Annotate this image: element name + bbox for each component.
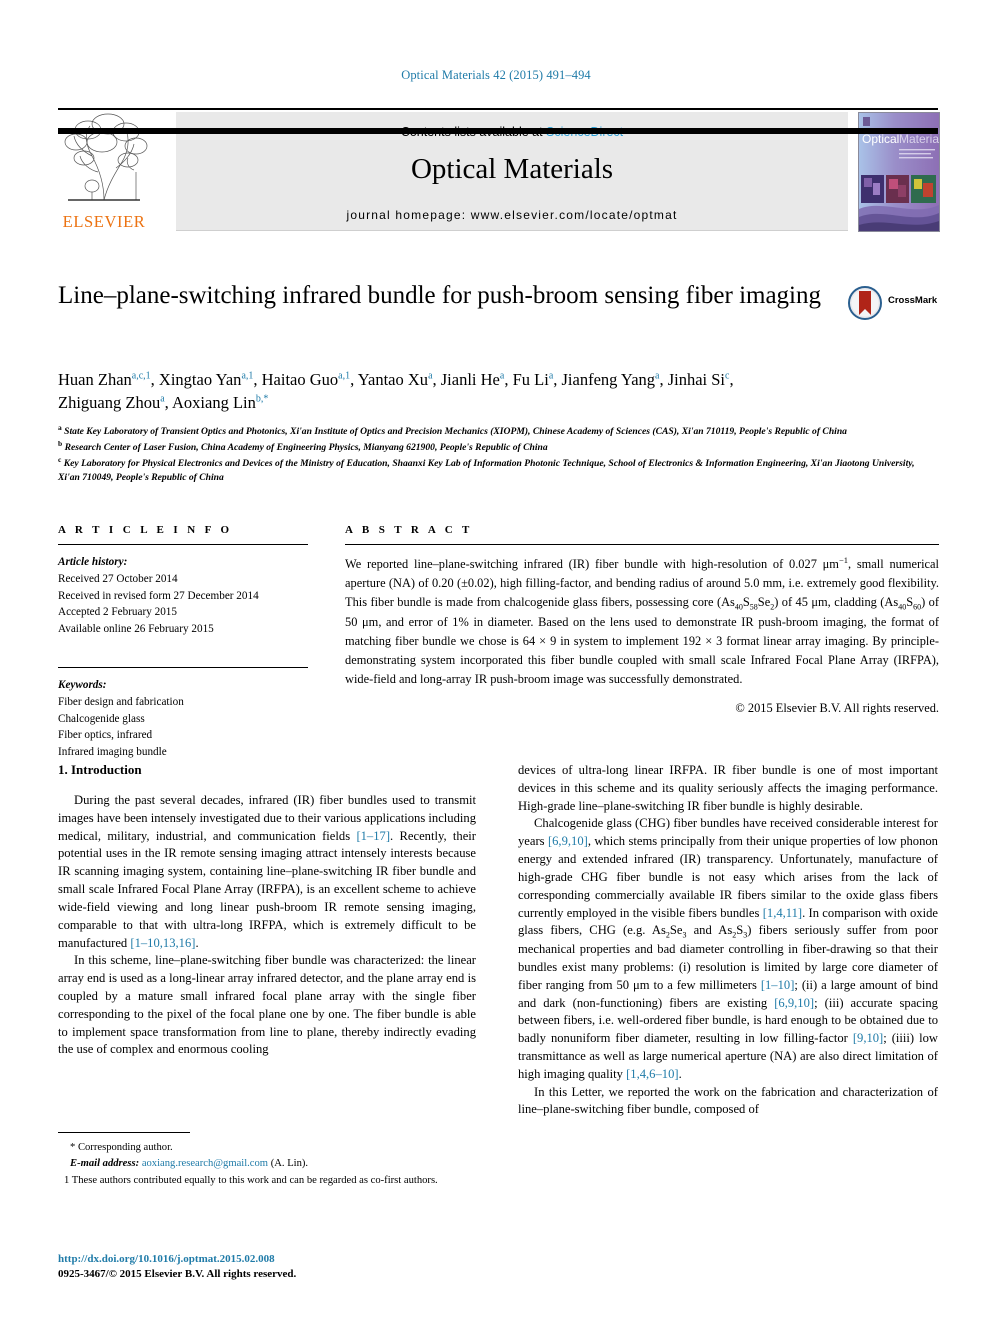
abstract-unit: μm [822, 557, 839, 572]
abstract-sub-2: 58 [749, 602, 758, 612]
citation-1-4-11[interactable]: [1,4,11] [763, 906, 802, 920]
section-heading-introduction: 1. Introduction [58, 762, 142, 777]
crossmark-badge[interactable]: CrossMark [848, 286, 944, 320]
citation-1-17[interactable]: [1–17] [356, 829, 390, 843]
footnote-rule [58, 1132, 190, 1133]
author-list: Huan Zhana,c,1, Xingtao Yana,1, Haitao G… [58, 368, 938, 415]
keyword-item-0: Fiber design and fabrication [58, 695, 184, 708]
email-link[interactable]: aoxiang.research@gmail.com [142, 1158, 268, 1169]
article-info-rule-mid [58, 666, 308, 668]
affiliation-c: c Key Laboratory for Physical Electronic… [58, 455, 915, 484]
author-line-1: Huan Zhana,c,1, Xingtao Yana,1, Haitao G… [58, 370, 734, 389]
issn-copyright-line: 0925-3467/© 2015 Elsevier B.V. All right… [58, 1268, 297, 1281]
article-info-column: A R T I C L E I N F O Article history: R… [58, 524, 308, 761]
history-item-revised: Received in revised form 27 December 201… [58, 589, 259, 602]
citation-1-4-6-10[interactable]: [1,4,6–10] [626, 1067, 678, 1081]
journal-homepage-line[interactable]: journal homepage: www.elsevier.com/locat… [176, 186, 848, 222]
citation-1-10[interactable]: [1–10] [761, 978, 795, 992]
abstract-sub-1: 40 [734, 602, 743, 612]
email-label: E-mail address: [70, 1158, 140, 1170]
footnote-corresponding-author: * Corresponding author. [70, 1142, 173, 1153]
doi-link[interactable]: http://dx.doi.org/10.1016/j.optmat.2015.… [58, 1252, 476, 1267]
title-block: Line–plane-switching infrared bundle for… [58, 280, 848, 312]
crossmark-label: CrossMark [888, 295, 938, 306]
svg-text:Optical: Optical [862, 132, 899, 146]
history-item-received: Received 27 October 2014 [58, 572, 178, 585]
citation-6-9-10-b[interactable]: [6,9,10] [774, 996, 814, 1010]
abstract-sub-5: 60 [913, 602, 922, 612]
abstract-exponent: −1 [838, 555, 848, 565]
abstract-sub-4: 40 [898, 602, 907, 612]
abstract-frag-3: S [742, 594, 750, 609]
abstract-copyright: © 2015 Elsevier B.V. All rights reserved… [735, 700, 939, 715]
abstract-text: We reported line–plane-switching infrare… [345, 554, 939, 689]
abstract-rule [345, 544, 939, 545]
abstract-column: A B S T R A C T We reported line–plane-s… [345, 524, 939, 716]
elsevier-wordmark: ELSEVIER [62, 212, 146, 231]
article-history-block: Article history: Received 27 October 201… [58, 554, 308, 638]
right-p1-frag-d: Se [669, 923, 683, 938]
keywords-block: Keywords: Fiber design and fabrication C… [58, 677, 308, 761]
left-p1-frag-c: . [195, 935, 199, 950]
footer-doi-block: http://dx.doi.org/10.1016/j.optmat.2015.… [58, 1252, 476, 1283]
article-info-heading: A R T I C L E I N F O [58, 524, 233, 536]
elsevier-tree-icon [64, 113, 148, 201]
footnote-equal-contribution: 1 These authors contributed equally to t… [64, 1174, 438, 1186]
keyword-item-1: Chalcogenide glass [58, 712, 145, 725]
journal-title: Optical Materials [410, 153, 614, 185]
citation-9-10[interactable]: [9,10] [853, 1031, 883, 1045]
right-paragraph-1: Chalcogenide glass (CHG) fiber bundles h… [518, 815, 938, 1083]
history-item-online: Available online 26 February 2015 [58, 623, 214, 636]
footnotes-block: * Corresponding author. E-mail address: … [58, 1132, 476, 1189]
body-left-column: 1. Introduction During the past several … [58, 762, 476, 1059]
paper-page: Optical Materials 42 (2015) 491–494 ELSE… [0, 0, 992, 1323]
right-p1-frag-k: . [678, 1066, 682, 1081]
affiliation-b: b Research Center of Laser Fusion, China… [58, 439, 548, 454]
crossmark-icon [848, 286, 882, 320]
citation-6-9-10[interactable]: [6,9,10] [548, 834, 588, 848]
affiliation-c-text: Key Laboratory for Physical Electronics … [58, 458, 915, 484]
history-item-accepted: Accepted 2 February 2015 [58, 606, 177, 619]
body-right-column: devices of ultra-long linear IRFPA. IR f… [518, 762, 938, 1119]
abstract-frag-5: ) of 45 μm, cladding (As [774, 594, 899, 609]
page-title: Line–plane-switching infrared bundle for… [58, 282, 822, 309]
abstract-frag-1: We reported line–plane-switching infrare… [345, 557, 823, 572]
right-paragraph-2: In this Letter, we reported the work on … [518, 1084, 938, 1117]
masthead-top-rule [58, 108, 938, 110]
left-paragraph-2: In this scheme, line–plane-switching fib… [58, 953, 476, 1057]
journal-masthead: ELSEVIER Contents lists available at Sci… [58, 108, 940, 232]
running-head: Optical Materials 42 (2015) 491–494 [401, 68, 591, 82]
email-owner: (A. Lin). [270, 1158, 309, 1170]
keywords-label: Keywords: [58, 678, 107, 691]
masthead-bottom-rule [58, 128, 938, 134]
article-history-label: Article history: [58, 556, 128, 568]
left-paragraph-1: During the past several decades, infrare… [58, 792, 476, 952]
author-line-2: Zhiguang Zhoua, Aoxiang Linb,* [58, 393, 269, 413]
abstract-frag-4: Se [757, 594, 771, 609]
right-paragraph-0: devices of ultra-long linear IRFPA. IR f… [518, 763, 938, 813]
contents-available-line: Contents lists available at ScienceDirec… [176, 112, 848, 139]
affiliation-a-text: State Key Laboratory of Transient Optics… [64, 426, 847, 438]
left-p1-frag-b: . Recently, their potential uses in the … [58, 828, 476, 950]
keyword-item-3: Infrared imaging bundle [58, 746, 167, 759]
citation-1-10-13-16[interactable]: [1–10,13,16] [130, 936, 195, 950]
affiliations-list: a State Key Laboratory of Transient Opti… [58, 423, 938, 485]
affiliation-b-text: Research Center of Laser Fusion, China A… [64, 442, 548, 454]
svg-text:Materials: Materials [899, 132, 939, 146]
right-p1-frag-e: and As [686, 923, 733, 938]
article-info-rule-top [58, 544, 308, 545]
affiliation-a: a State Key Laboratory of Transient Opti… [58, 423, 847, 438]
footnote-email: E-mail address: aoxiang.research@gmail.c… [58, 1156, 476, 1171]
abstract-heading: A B S T R A C T [345, 524, 473, 536]
keyword-item-2: Fiber optics, infrared [58, 729, 153, 742]
